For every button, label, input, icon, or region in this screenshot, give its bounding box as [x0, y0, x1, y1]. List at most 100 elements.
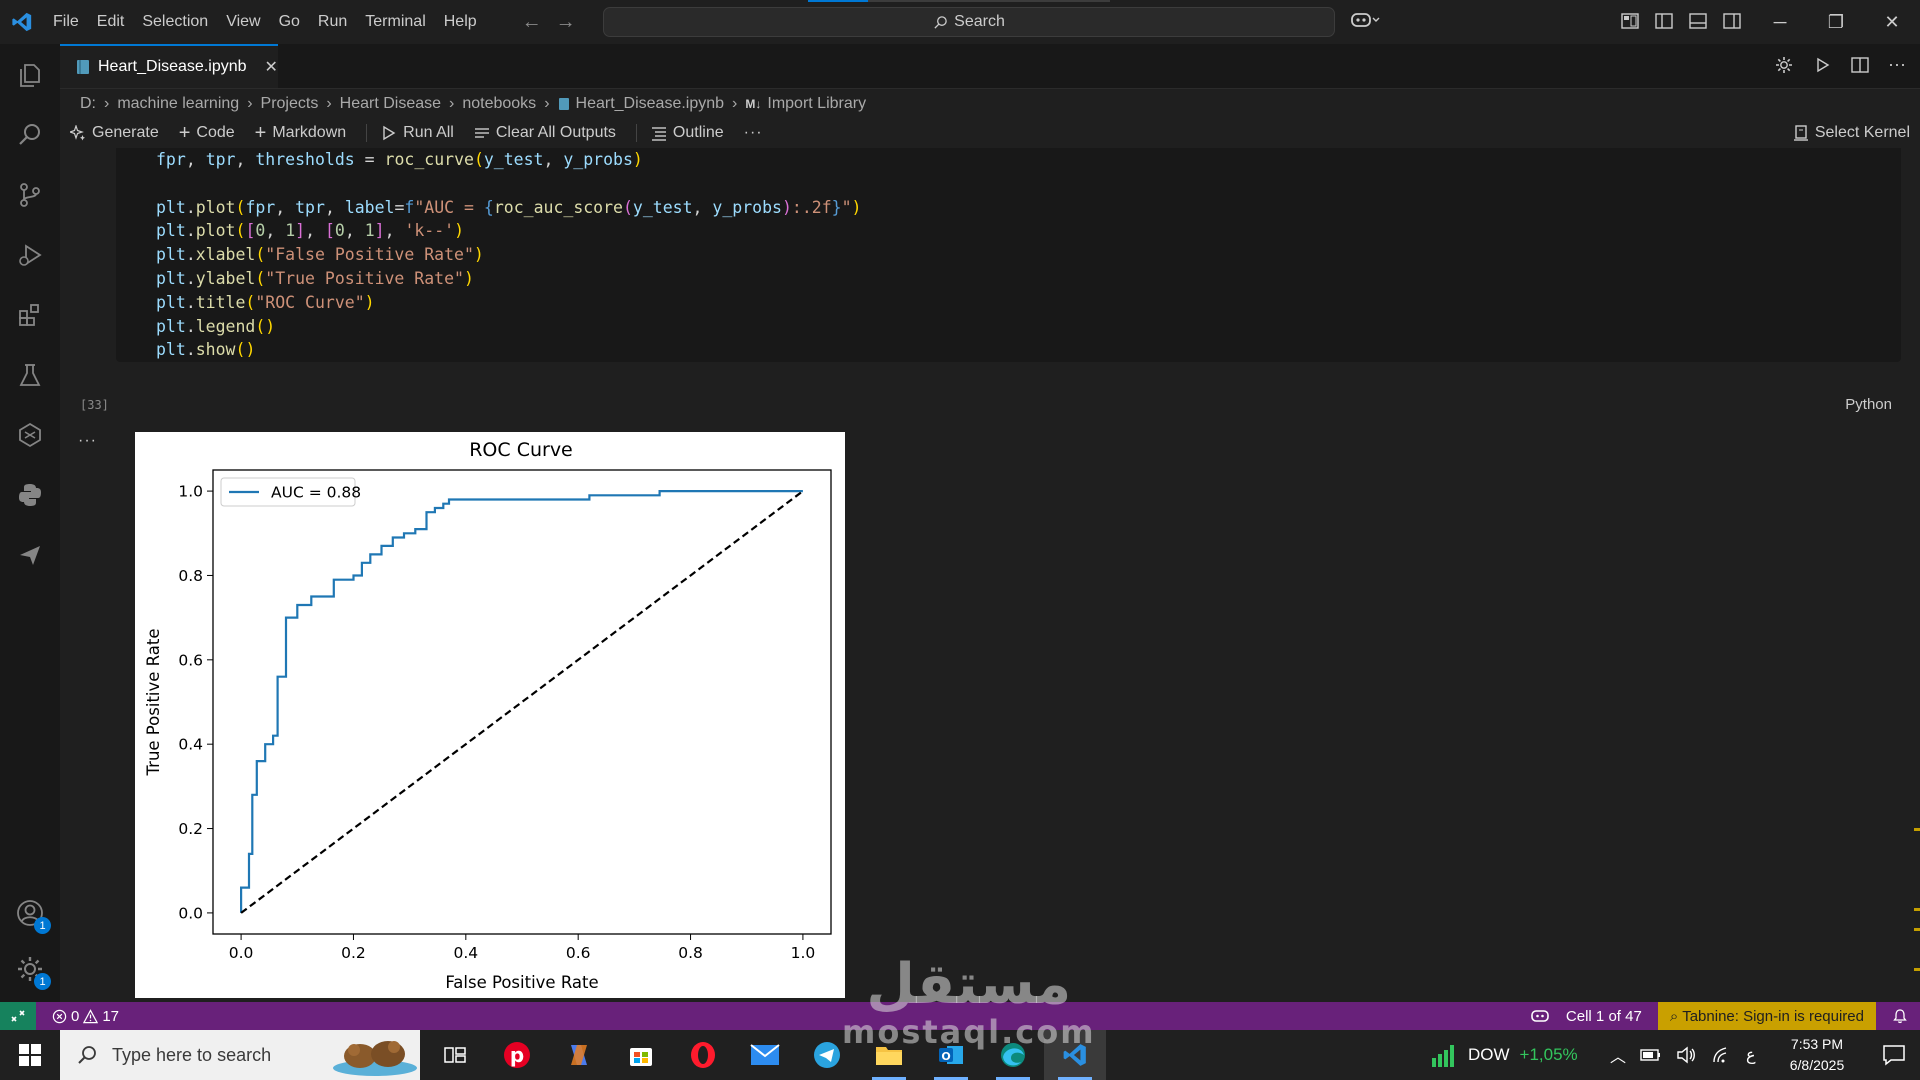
customize-layout-icon[interactable]	[1620, 11, 1640, 31]
breadcrumb: D: › machine learning › Projects › Heart Di…	[80, 95, 867, 113]
wifi-icon[interactable]	[1712, 1046, 1732, 1064]
tabnine-status[interactable]: ⌕ Tabnine: Sign-in is required	[1657, 1002, 1876, 1030]
remote-indicator-icon[interactable]	[0, 1002, 36, 1030]
forward-arrow-icon[interactable]: →	[556, 11, 576, 34]
task-view-icon[interactable]	[424, 1030, 486, 1080]
menu-run[interactable]: Run	[309, 0, 356, 44]
python-icon[interactable]	[13, 478, 47, 512]
run-debug-icon[interactable]	[13, 238, 47, 272]
clear-outputs-label: Clear All Outputs	[495, 124, 616, 141]
split-editor-icon[interactable]	[1850, 55, 1870, 75]
manage-gear-icon[interactable]: 1	[13, 952, 51, 990]
copilot-app-icon[interactable]	[548, 1030, 610, 1080]
taskbar-search-box[interactable]: Type here to search	[60, 1030, 420, 1080]
cell-language-button[interactable]: Python	[1845, 396, 1892, 413]
send-icon[interactable]	[13, 538, 47, 572]
add-markdown-cell-button[interactable]: + Markdown	[255, 122, 347, 145]
notebook-settings-gear-icon[interactable]	[1774, 55, 1794, 75]
microsoft-store-icon[interactable]	[610, 1030, 672, 1080]
telegram-icon[interactable]	[796, 1030, 858, 1080]
pinterest-icon[interactable]: p	[486, 1030, 548, 1080]
testing-icon[interactable]	[13, 358, 47, 392]
menu-terminal[interactable]: Terminal	[356, 0, 434, 44]
volume-icon[interactable]	[1676, 1046, 1698, 1064]
error-icon	[52, 1009, 67, 1023]
markdown-badge-icon: M↓	[745, 97, 762, 111]
stock-widget[interactable]: DOW +1,05%	[1430, 1030, 1578, 1080]
tab-heart-disease-notebook[interactable]: Heart_Disease.ipynb ✕	[60, 44, 278, 88]
clear-all-outputs-button[interactable]: Clear All Outputs	[474, 124, 616, 142]
sparkle-icon	[70, 125, 85, 141]
more-actions-icon[interactable]: ···	[1888, 55, 1906, 75]
keyboard-language[interactable]: ع	[1746, 1045, 1756, 1065]
run-all-label: Run All	[403, 124, 454, 141]
x-tick-label: 0.0	[229, 944, 254, 962]
warning-icon	[83, 1008, 99, 1023]
code-block[interactable]: fpr, tpr, thresholds = roc_curve(y_test,…	[156, 148, 861, 362]
close-tab-icon[interactable]: ✕	[265, 57, 278, 77]
y-tick-label: 0.2	[178, 820, 203, 838]
breadcrumb-item[interactable]: Import Library	[767, 95, 866, 113]
opera-icon[interactable]	[672, 1030, 734, 1080]
search-icon	[934, 15, 947, 29]
breadcrumb-item[interactable]: notebooks	[462, 95, 536, 113]
breadcrumb-item[interactable]: Heart Disease	[340, 95, 441, 113]
select-kernel-button[interactable]: Select Kernel	[1793, 118, 1910, 148]
run-all-button[interactable]: Run All	[381, 124, 454, 142]
breadcrumb-item[interactable]: D:	[80, 95, 96, 113]
copilot-status-icon[interactable]	[1530, 1008, 1550, 1024]
minimize-icon[interactable]: ─	[1752, 0, 1808, 44]
vscode-taskbar-icon[interactable]	[1044, 1030, 1106, 1080]
tab-strip: Heart_Disease.ipynb ✕ ···	[60, 44, 1920, 89]
run-notebook-icon[interactable]	[1812, 55, 1832, 75]
menu-view[interactable]: View	[217, 0, 269, 44]
generate-button[interactable]: Generate	[70, 124, 159, 142]
mail-icon[interactable]	[734, 1030, 796, 1080]
menu-edit[interactable]: Edit	[88, 0, 134, 44]
back-arrow-icon[interactable]: ←	[522, 11, 542, 34]
code-cell-editor[interactable]: fpr, tpr, thresholds = roc_curve(y_test,…	[116, 148, 1901, 362]
explorer-icon[interactable]	[13, 58, 47, 92]
taskbar-clock[interactable]: 7:53 PM 6/8/2025	[1762, 1034, 1872, 1076]
toggle-panel-icon[interactable]	[1688, 11, 1708, 31]
toggle-primary-sidebar-icon[interactable]	[1654, 11, 1674, 31]
activity-bar: 1 1	[0, 44, 60, 1002]
source-control-icon[interactable]	[13, 178, 47, 212]
action-center-icon[interactable]	[1882, 1043, 1906, 1072]
outlook-icon[interactable]: O	[920, 1030, 982, 1080]
cell-position[interactable]: Cell 1 of 47	[1566, 1008, 1642, 1025]
menu-help[interactable]: Help	[435, 0, 486, 44]
search-activity-icon[interactable]	[13, 118, 47, 152]
chance-diagonal-line	[240, 490, 804, 914]
outline-button[interactable]: Outline	[651, 124, 724, 142]
toolbar-more-button[interactable]: ···	[744, 124, 763, 142]
search-highlight-otters-image	[333, 1041, 417, 1076]
accounts-icon[interactable]: 1	[13, 896, 51, 934]
breadcrumb-item[interactable]: Heart_Disease.ipynb	[576, 95, 725, 113]
remote-explorer-icon[interactable]	[13, 418, 47, 452]
copilot-icon[interactable]	[1350, 10, 1380, 35]
tray-chevron-up-icon[interactable]: ︿	[1610, 1043, 1626, 1067]
menu-go[interactable]: Go	[270, 0, 309, 44]
restore-icon[interactable]: ❐	[1808, 0, 1864, 44]
extensions-icon[interactable]	[13, 298, 47, 332]
command-center-search[interactable]: Search	[603, 7, 1335, 37]
menu-selection[interactable]: Selection	[133, 0, 217, 44]
menu-file[interactable]: File	[44, 0, 88, 44]
breadcrumb-item[interactable]: machine learning	[117, 95, 239, 113]
battery-icon[interactable]	[1640, 1048, 1662, 1062]
close-window-icon[interactable]: ✕	[1864, 0, 1920, 44]
file-explorer-icon[interactable]	[858, 1030, 920, 1080]
system-tray: ︿ ع	[1610, 1030, 1756, 1080]
output-more-button[interactable]: ···	[78, 432, 97, 450]
add-code-cell-button[interactable]: + Code	[179, 122, 235, 145]
problems-indicator[interactable]: 0 17	[52, 1008, 119, 1025]
title-bar: File Edit Selection View Go Run Terminal…	[0, 0, 1920, 44]
windows-start-icon[interactable]	[0, 1030, 60, 1080]
more-label: ···	[743, 124, 763, 141]
execution-count: [33]	[80, 398, 109, 412]
toggle-secondary-sidebar-icon[interactable]	[1722, 11, 1742, 31]
edge-icon[interactable]	[982, 1030, 1044, 1080]
notifications-bell-icon[interactable]	[1892, 1008, 1908, 1024]
breadcrumb-item[interactable]: Projects	[261, 95, 319, 113]
